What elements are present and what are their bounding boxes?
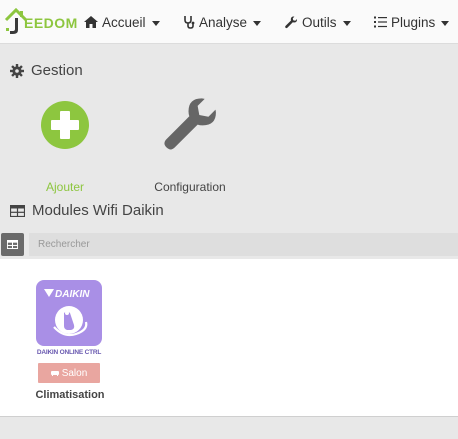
table-icon	[10, 204, 25, 217]
home-icon	[84, 16, 98, 28]
chevron-down-icon	[441, 20, 450, 26]
brand-name: EEDOM	[24, 15, 78, 31]
configuration-button[interactable]: Configuration	[140, 96, 240, 196]
wrench-icon	[164, 98, 216, 150]
nav-accueil[interactable]: Accueil	[84, 12, 160, 32]
modules-heading: Modules Wifi Daikin	[10, 202, 164, 219]
table-icon	[7, 240, 18, 249]
daikin-app-logo: DAIKIN	[36, 280, 102, 346]
stethoscope-icon	[184, 16, 195, 29]
nav-outils[interactable]: Outils	[285, 12, 351, 32]
navbar: EEDOM Accueil Analyse Outils Plugins	[0, 0, 458, 44]
nav-label: Accueil	[102, 14, 146, 30]
nav-label: Analyse	[199, 14, 248, 30]
section-title: Gestion	[31, 62, 83, 79]
add-button[interactable]: Ajouter	[15, 96, 115, 196]
nav-label: Outils	[302, 14, 337, 30]
add-label: Ajouter	[45, 180, 85, 194]
plus-circle-icon	[41, 101, 89, 149]
jeedom-logo[interactable]: EEDOM	[4, 6, 77, 36]
nav-analyse[interactable]: Analyse	[183, 12, 262, 32]
module-name[interactable]: Climatisation	[20, 389, 120, 401]
wrench-icon	[285, 16, 297, 28]
gear-icon	[10, 63, 24, 78]
view-toggle-button[interactable]	[1, 233, 24, 256]
chevron-down-icon	[151, 20, 160, 26]
configuration-label: Configuration	[154, 180, 226, 194]
nav-plugins[interactable]: Plugins	[374, 12, 450, 32]
nav-label: Plugins	[391, 14, 436, 30]
chevron-down-icon	[253, 20, 262, 26]
list-icon	[374, 16, 387, 28]
search-input[interactable]	[29, 233, 458, 256]
module-caption: DAIKIN ONLINE CTRL	[36, 349, 102, 356]
room-badge: Salon	[38, 363, 100, 383]
badge-label: Salon	[61, 367, 88, 379]
logo-text: DAIKIN	[55, 289, 90, 300]
gestion-heading: Gestion	[10, 62, 83, 79]
section-title: Modules Wifi Daikin	[32, 202, 164, 219]
daikin-logo-icon: DAIKIN	[44, 289, 90, 337]
chevron-down-icon	[342, 20, 351, 26]
couch-icon	[50, 371, 59, 376]
